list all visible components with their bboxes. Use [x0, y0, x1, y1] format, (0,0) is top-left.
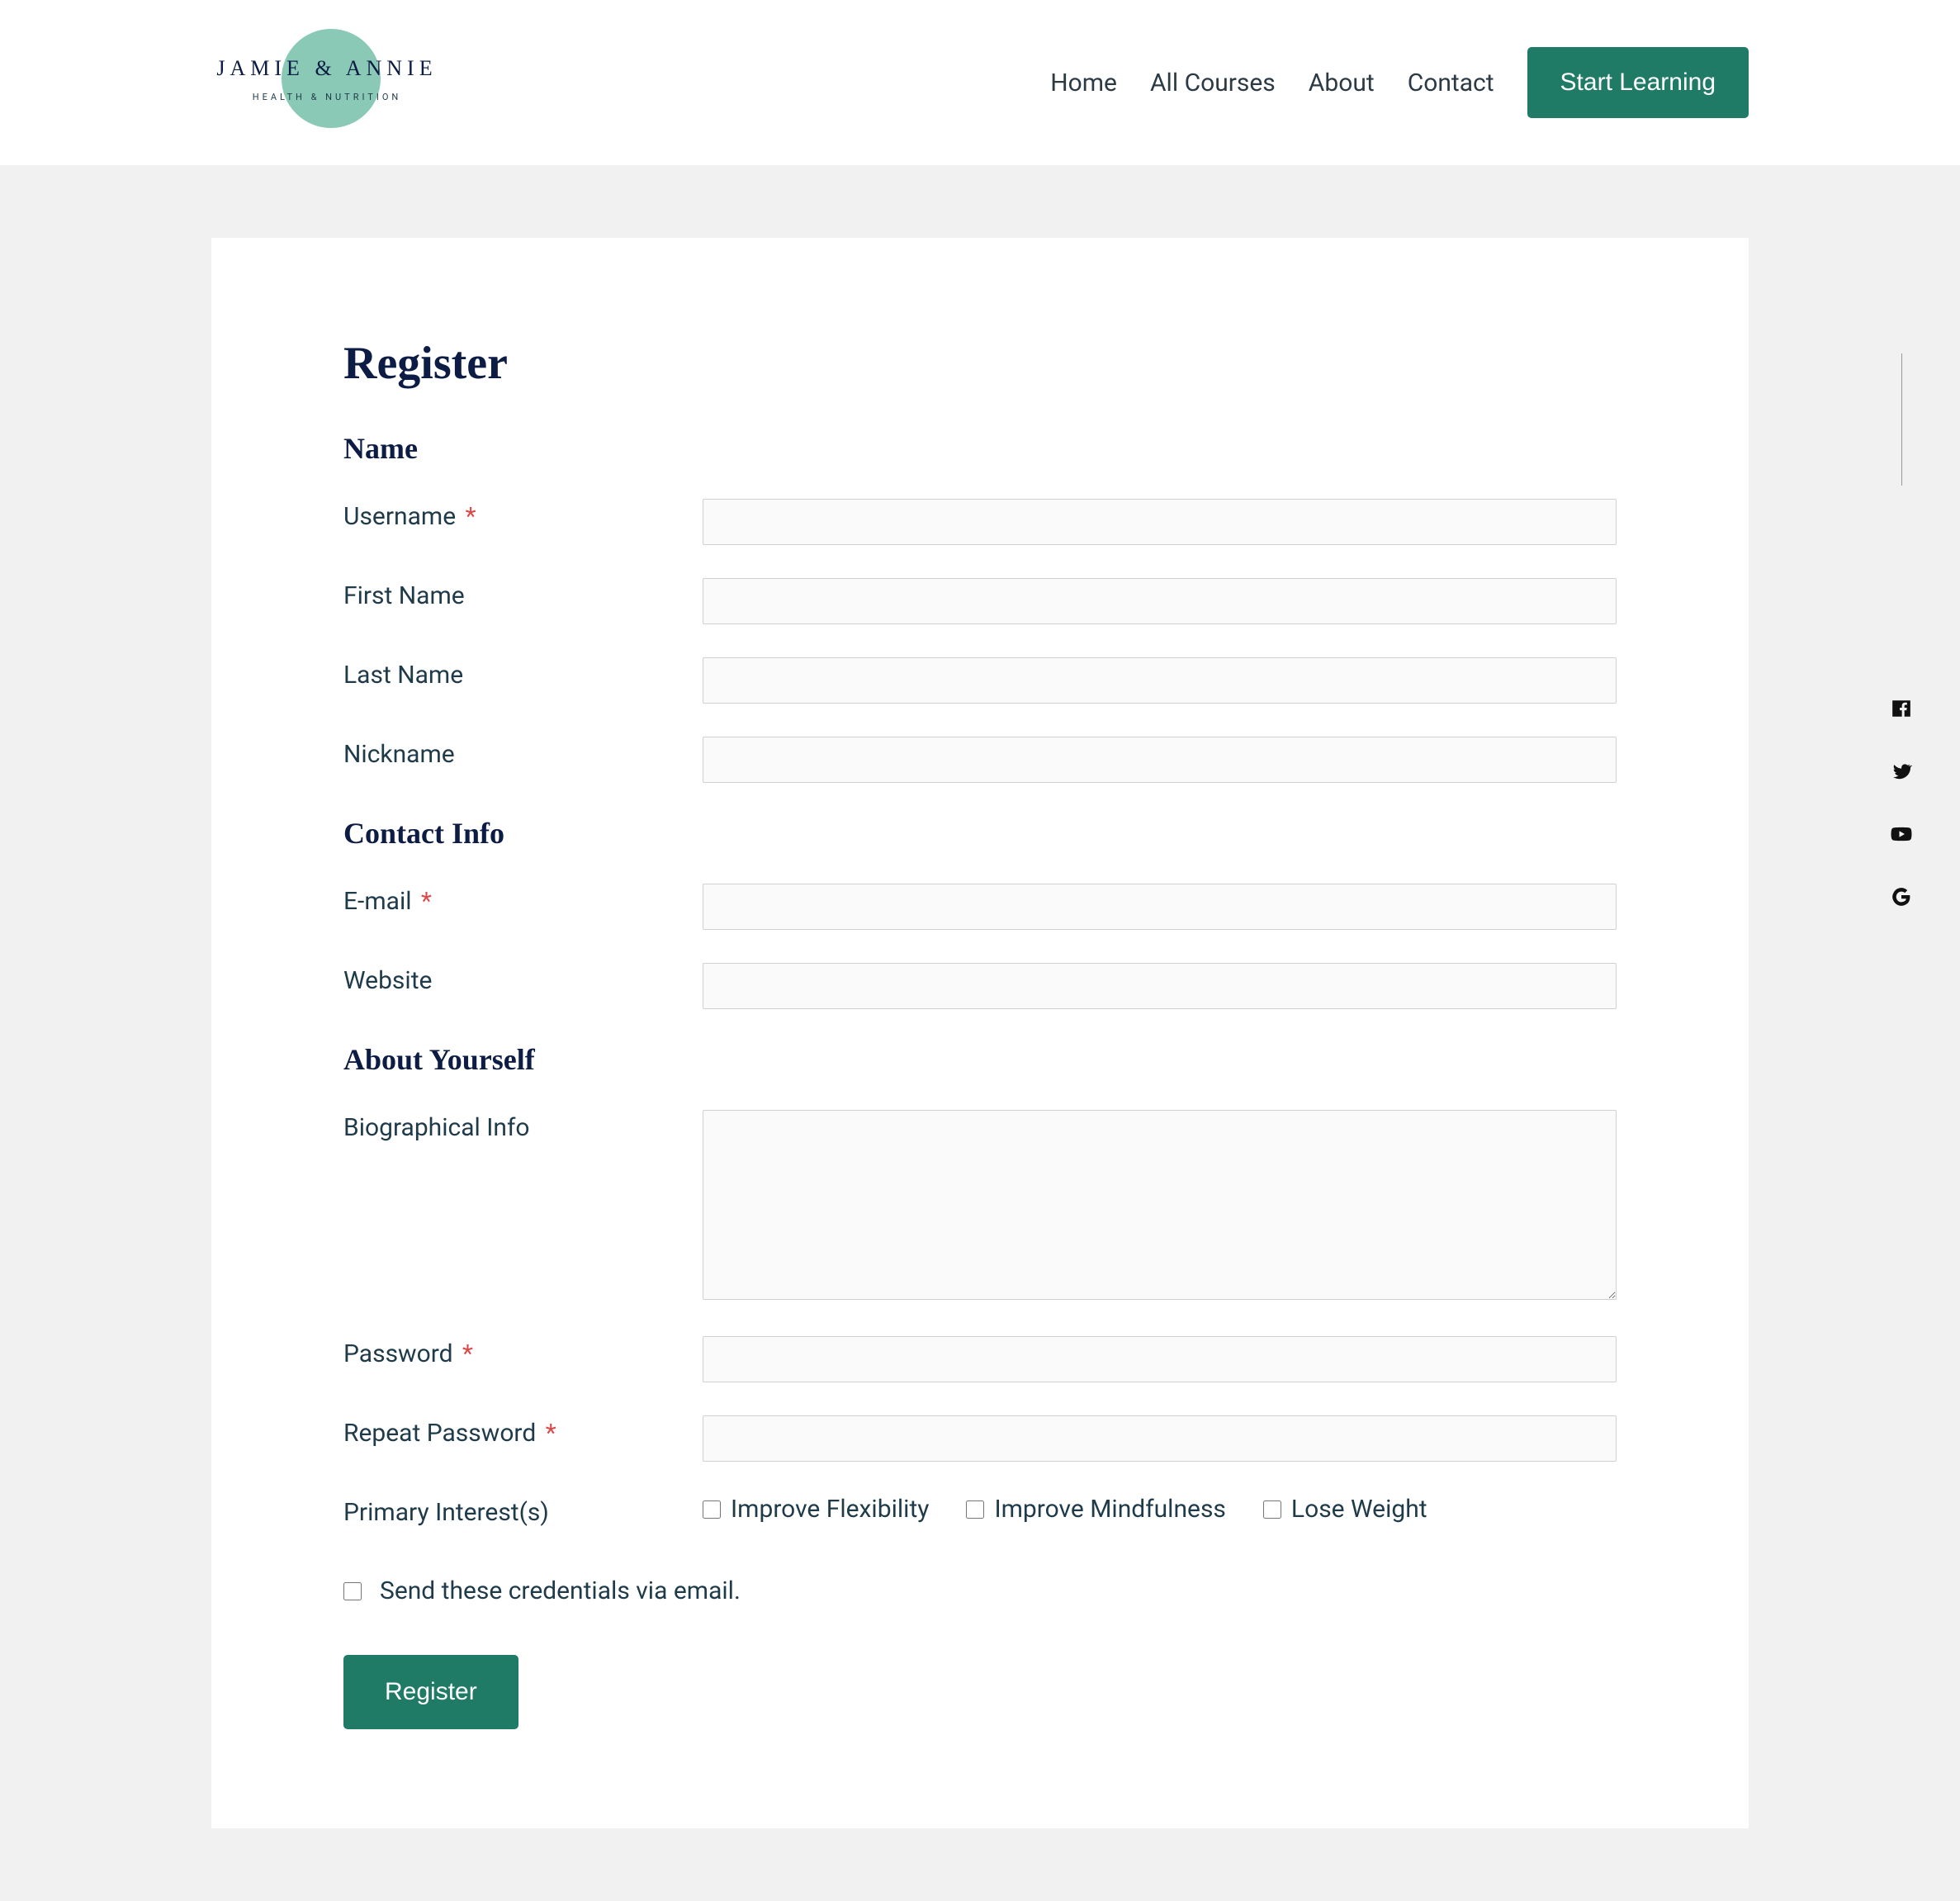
page-title: Register — [343, 337, 1617, 390]
label-nickname: Nickname — [343, 737, 703, 769]
twitter-icon[interactable] — [1888, 758, 1915, 785]
start-learning-button[interactable]: Start Learning — [1527, 47, 1749, 118]
field-row-email: E-mail * — [343, 884, 1617, 930]
field-row-last-name: Last Name — [343, 657, 1617, 704]
header: JAMIE & ANNIE HEALTH & NUTRITION Home Al… — [0, 0, 1960, 165]
required-mark: * — [546, 1419, 556, 1448]
register-button[interactable]: Register — [343, 1655, 518, 1729]
textarea-bio[interactable] — [703, 1110, 1617, 1300]
label-repeat-password: Repeat Password * — [343, 1415, 703, 1448]
register-card: Register Name Username * First Name Last… — [211, 238, 1749, 1828]
checkbox-lose-weight[interactable] — [1263, 1500, 1281, 1519]
label-password: Password * — [343, 1336, 703, 1368]
required-mark: * — [421, 887, 432, 916]
input-nickname[interactable] — [703, 737, 1617, 783]
field-row-website: Website — [343, 963, 1617, 1009]
send-credentials-option[interactable]: Send these credentials via email. — [343, 1576, 1617, 1605]
input-website[interactable] — [703, 963, 1617, 1009]
input-first-name[interactable] — [703, 578, 1617, 624]
side-divider — [1901, 353, 1902, 486]
label-website: Website — [343, 963, 703, 995]
input-email[interactable] — [703, 884, 1617, 930]
nav-all-courses[interactable]: All Courses — [1150, 69, 1276, 97]
checkbox-send-credentials[interactable] — [343, 1582, 362, 1600]
interest-option-mindfulness[interactable]: Improve Mindfulness — [966, 1495, 1225, 1524]
checkbox-mindfulness[interactable] — [966, 1500, 984, 1519]
main: Register Name Username * First Name Last… — [0, 165, 1960, 1901]
interest-option-flexibility[interactable]: Improve Flexibility — [703, 1495, 929, 1524]
input-username[interactable] — [703, 499, 1617, 545]
nav-contact[interactable]: Contact — [1408, 69, 1494, 97]
social-links — [1888, 695, 1915, 910]
label-email: E-mail * — [343, 884, 703, 916]
primary-nav: Home All Courses About Contact Start Lea… — [1050, 47, 1749, 118]
logo-subtitle: HEALTH & NUTRITION — [211, 92, 443, 102]
label-username: Username * — [343, 499, 703, 531]
field-row-username: Username * — [343, 499, 1617, 545]
google-icon[interactable] — [1888, 884, 1915, 910]
label-last-name: Last Name — [343, 657, 703, 690]
nav-home[interactable]: Home — [1050, 69, 1117, 97]
label-first-name: First Name — [343, 578, 703, 610]
checkbox-flexibility[interactable] — [703, 1500, 721, 1519]
section-heading-about: About Yourself — [343, 1042, 1617, 1077]
required-mark: * — [466, 502, 476, 531]
site-logo[interactable]: JAMIE & ANNIE HEALTH & NUTRITION — [211, 29, 443, 136]
youtube-icon[interactable] — [1888, 821, 1915, 847]
section-heading-contact: Contact Info — [343, 816, 1617, 851]
logo-title: JAMIE & ANNIE — [211, 56, 443, 81]
field-row-interests: Primary Interest(s) Improve Flexibility … — [343, 1495, 1617, 1527]
required-mark: * — [462, 1339, 473, 1368]
interest-option-lose-weight[interactable]: Lose Weight — [1263, 1495, 1427, 1524]
field-row-password: Password * — [343, 1336, 1617, 1382]
label-interests: Primary Interest(s) — [343, 1495, 703, 1527]
section-heading-name: Name — [343, 431, 1617, 466]
input-repeat-password[interactable] — [703, 1415, 1617, 1462]
field-row-bio: Biographical Info — [343, 1110, 1617, 1303]
facebook-icon[interactable] — [1888, 695, 1915, 722]
label-bio: Biographical Info — [343, 1110, 703, 1142]
field-row-repeat-password: Repeat Password * — [343, 1415, 1617, 1462]
nav-about[interactable]: About — [1309, 69, 1375, 97]
input-last-name[interactable] — [703, 657, 1617, 704]
field-row-first-name: First Name — [343, 578, 1617, 624]
field-row-nickname: Nickname — [343, 737, 1617, 783]
input-password[interactable] — [703, 1336, 1617, 1382]
